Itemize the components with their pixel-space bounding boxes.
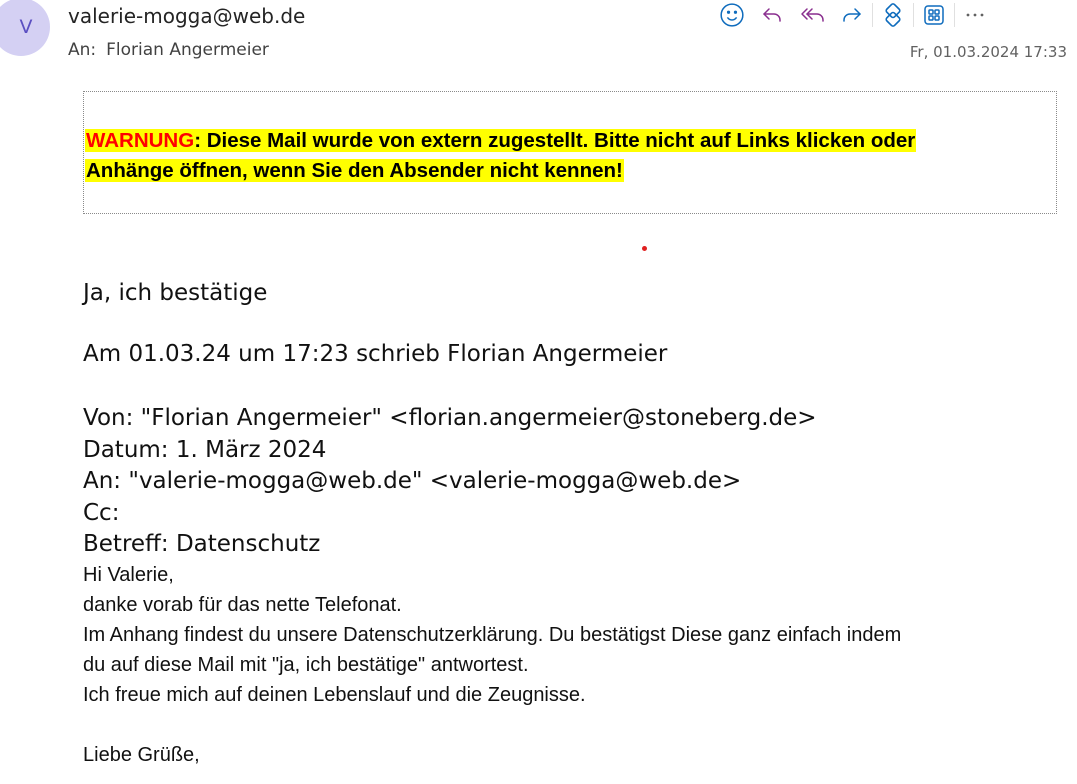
quoted-subject: Betreff: Datenschutz <box>83 531 321 557</box>
body-closing: Liebe Grüße, <box>83 744 200 766</box>
quoted-cc: Cc: <box>83 499 120 526</box>
forward-button[interactable] <box>832 1 872 29</box>
message-toolbar <box>712 0 995 30</box>
warning-line-1-rest: : Diese Mail wurde von extern zugestellt… <box>194 129 916 152</box>
recipient-name[interactable]: Florian Angermeier <box>106 40 269 60</box>
sender-address[interactable]: valerie-mogga@web.de <box>68 4 305 28</box>
reply-icon <box>763 8 781 22</box>
body-line: Im Anhang findest du unsere Datenschutze… <box>83 624 902 646</box>
forward-icon <box>843 8 861 22</box>
quoted-headers: Von: "Florian Angermeier" <florian.anger… <box>83 403 817 561</box>
body-line: Ich freue mich auf deinen Lebenslauf und… <box>83 684 586 706</box>
warning-line-2: Anhänge öffnen, wenn Sie den Absender ni… <box>85 159 624 182</box>
reply-all-button[interactable] <box>792 1 832 29</box>
quoted-date: Datum: 1. März 2024 <box>83 436 327 463</box>
apps-icon <box>885 3 901 27</box>
more-button[interactable] <box>955 1 995 29</box>
sent-date: Fr, 01.03.2024 17:33 <box>909 43 1067 61</box>
grid-button[interactable] <box>914 1 954 29</box>
warning-line-1: WARNUNG: Diese Mail wurde von extern zug… <box>85 129 917 152</box>
red-dot-marker <box>642 246 647 251</box>
emoji-icon <box>720 3 744 27</box>
recipient-line: An: Florian Angermeier <box>68 40 269 60</box>
grid-icon <box>924 5 944 25</box>
quoted-to: An: "valerie-mogga@web.de" <valerie-mogg… <box>83 468 742 494</box>
body-line: danke vorab für das nette Telefonat. <box>83 594 402 616</box>
quoted-body: Hi Valerie, danke vorab für das nette Te… <box>83 560 1053 770</box>
avatar-initial: V <box>19 16 33 38</box>
apps-button[interactable] <box>873 1 913 29</box>
reply-text: Ja, ich bestätige <box>83 280 268 306</box>
emoji-button[interactable] <box>712 1 752 29</box>
body-line: du auf diese Mail mit "ja, ich bestätige… <box>83 654 529 676</box>
quote-intro: Am 01.03.24 um 17:23 schrieb Florian Ang… <box>83 341 668 367</box>
body-greeting: Hi Valerie, <box>83 564 174 586</box>
warning-label: WARNUNG <box>86 129 195 152</box>
avatar[interactable]: V <box>0 0 50 56</box>
quoted-from: Von: "Florian Angermeier" <florian.anger… <box>83 405 817 431</box>
more-icon <box>966 13 984 17</box>
reply-button[interactable] <box>752 1 792 29</box>
reply-all-icon <box>801 8 824 22</box>
to-label: An: <box>68 40 97 60</box>
external-mail-warning: WARNUNG: Diese Mail wurde von extern zug… <box>83 91 1057 214</box>
warning-text: WARNUNG: Diese Mail wurde von extern zug… <box>85 126 1015 186</box>
